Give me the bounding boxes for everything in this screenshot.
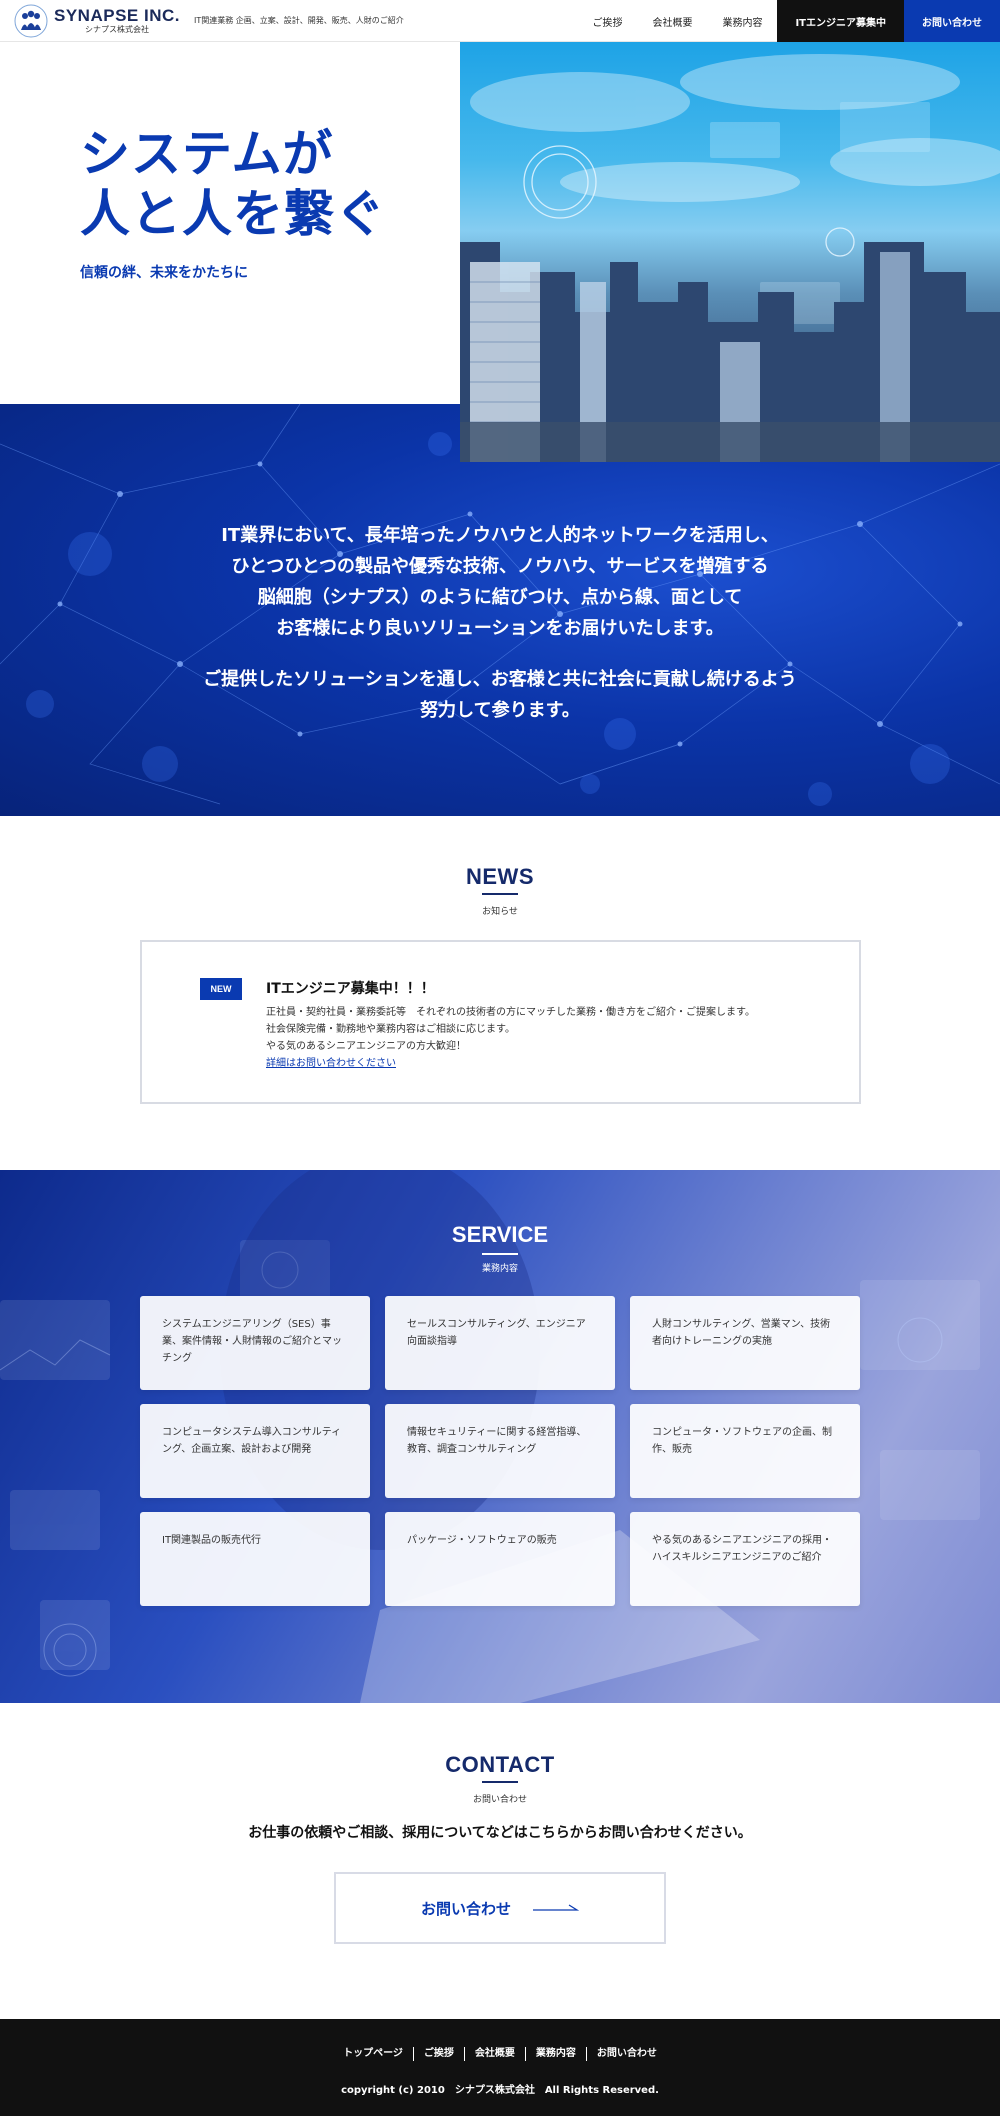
news-title: ITエンジニア募集中！！！	[266, 981, 435, 997]
hero-title: システムが 人と人を繋ぐ	[80, 124, 386, 244]
header-tagline: IT関連業務 企画、立案、設計、開発、販売、人財のご紹介	[193, 16, 404, 25]
news-heading-underline	[482, 893, 518, 895]
contact-lead-text: お仕事の依頼やご相談、採用についてなどはこちらからお問い合わせください。	[248, 1825, 752, 1841]
logo-company-name: シナプス株式会社	[84, 25, 149, 34]
intro-line: IT業界において、長年培ったノウハウと人的ネットワークを活用し、	[221, 525, 779, 546]
footer-link-contact[interactable]: お問い合わせ	[585, 2047, 667, 2061]
service-card: 情報セキュリティーに関する経営指導、教育、調査コンサルティング	[385, 1404, 615, 1498]
service-card: 人財コンサルティング、営業マン、技術者向けトレーニングの実施	[630, 1296, 860, 1390]
service-card: コンピュータシステム導入コンサルティング、企画立案、設計および開発	[140, 1404, 370, 1498]
nav-business[interactable]: 業務内容	[707, 0, 777, 42]
intro-paragraph-2: ご提供したソリューションを通し、お客様と共に社会に貢献し続けるよう 努力して参り…	[0, 664, 1000, 726]
hero-title-line2: 人と人を繋ぐ	[80, 185, 386, 243]
news-detail-link[interactable]: 詳細はお問い合わせください	[266, 1058, 396, 1069]
contact-heading: CONTACT	[445, 1752, 555, 1777]
nav-contact-button[interactable]: お問い合わせ	[904, 0, 1000, 42]
logo-people-icon	[14, 4, 48, 38]
footer-link-top[interactable]: トップページ	[333, 2047, 413, 2061]
intro-line: ひとつひとつの製品や優秀な技術、ノウハウ、サービスを増殖する	[231, 556, 769, 577]
service-card: やる気のあるシニアエンジニアの採用・ハイスキルシニアエンジニアのご紹介	[630, 1512, 860, 1606]
news-line: 正社員・契約社員・業務委託等 それぞれの技術者の方にマッチした業務・働き方をご紹…	[266, 1007, 755, 1018]
service-subheading: 業務内容	[481, 1264, 518, 1274]
service-heading: SERVICE	[451, 1222, 549, 1247]
intro-line: ご提供したソリューションを通し、お客様と共に社会に貢献し続けるよう	[203, 669, 797, 690]
site-footer: トップページ ご挨拶 会社概要 業務内容 お問い合わせ copyright (c…	[0, 2019, 1000, 2116]
intro-message: IT業界において、長年培ったノウハウと人的ネットワークを活用し、 ひとつひとつの…	[0, 520, 1000, 726]
hero-city-image	[460, 42, 1000, 462]
nav-greeting[interactable]: ご挨拶	[577, 0, 637, 42]
service-card: パッケージ・ソフトウェアの販売	[385, 1512, 615, 1606]
footer-link-company[interactable]: 会社概要	[463, 2047, 525, 2061]
nav-recruit-button[interactable]: ITエンジニア募集中	[777, 0, 904, 42]
news-heading: NEWS	[466, 864, 534, 889]
contact-subheading: お問い合わせ	[472, 1795, 527, 1805]
logo-wordmark: SYNAPSE INC.	[54, 6, 180, 25]
service-heading-underline	[482, 1253, 518, 1255]
service-section: SERVICE 業務内容 システムエンジニアリング（SES）事業、案件情報・人財…	[0, 1170, 1000, 1703]
service-card: セールスコンサルティング、エンジニア向面談指導	[385, 1296, 615, 1390]
main-nav: ご挨拶 会社概要 業務内容 ITエンジニア募集中 お問い合わせ	[577, 0, 1000, 42]
footer-link-greeting[interactable]: ご挨拶	[412, 2047, 464, 2061]
service-card: システムエンジニアリング（SES）事業、案件情報・人財情報のご紹介とマッチング	[140, 1296, 370, 1390]
news-line: やる気のあるシニアエンジニアの方大歓迎！	[266, 1041, 466, 1052]
nav-company[interactable]: 会社概要	[637, 0, 707, 42]
new-badge: NEW	[200, 978, 242, 1000]
service-card: コンピュータ・ソフトウェアの企画、制作、販売	[630, 1404, 860, 1498]
contact-button-label: お問い合わせ	[420, 1899, 511, 1918]
hero-title-line1: システムが	[80, 125, 334, 183]
page: SYNAPSE INC. シナプス株式会社 IT関連業務 企画、立案、設計、開発…	[0, 0, 1000, 2116]
intro-paragraph-1: IT業界において、長年培ったノウハウと人的ネットワークを活用し、 ひとつひとつの…	[0, 520, 1000, 644]
news-body: 正社員・契約社員・業務委託等 それぞれの技術者の方にマッチした業務・働き方をご紹…	[266, 1004, 755, 1072]
news-line: 社会保険完備・勤務地や業務内容はご相談に応じます。	[266, 1024, 515, 1035]
service-card: IT関連製品の販売代行	[140, 1512, 370, 1606]
contact-button[interactable]: お問い合わせ	[334, 1872, 666, 1944]
intro-line: お客様により良いソリューションをお届けいたします。	[276, 618, 724, 639]
news-subheading: お知らせ	[482, 907, 518, 917]
arrow-right-icon	[533, 1899, 580, 1918]
footer-nav: トップページ ご挨拶 会社概要 業務内容 お問い合わせ	[0, 2047, 1000, 2061]
contact-heading-underline	[482, 1781, 518, 1783]
hero-subtitle: 信頼の絆、未来をかたちに	[80, 265, 248, 281]
footer-link-business[interactable]: 業務内容	[524, 2047, 586, 2061]
intro-line: 努力して参ります。	[420, 700, 580, 721]
news-item: NEW ITエンジニア募集中！！！ 正社員・契約社員・業務委託等 それぞれの技術…	[140, 940, 861, 1104]
hero-text-panel: システムが 人と人を繋ぐ 信頼の絆、未来をかたちに	[0, 42, 460, 404]
logo-link[interactable]: SYNAPSE INC. シナプス株式会社	[14, 0, 180, 42]
site-header: SYNAPSE INC. シナプス株式会社 IT関連業務 企画、立案、設計、開発…	[0, 0, 1000, 42]
copyright-text: copyright (c) 2010 シナプス株式会社 All Rights R…	[341, 2085, 659, 2096]
intro-line: 脳細胞（シナプス）のように結びつけ、点から線、面として	[257, 587, 743, 608]
